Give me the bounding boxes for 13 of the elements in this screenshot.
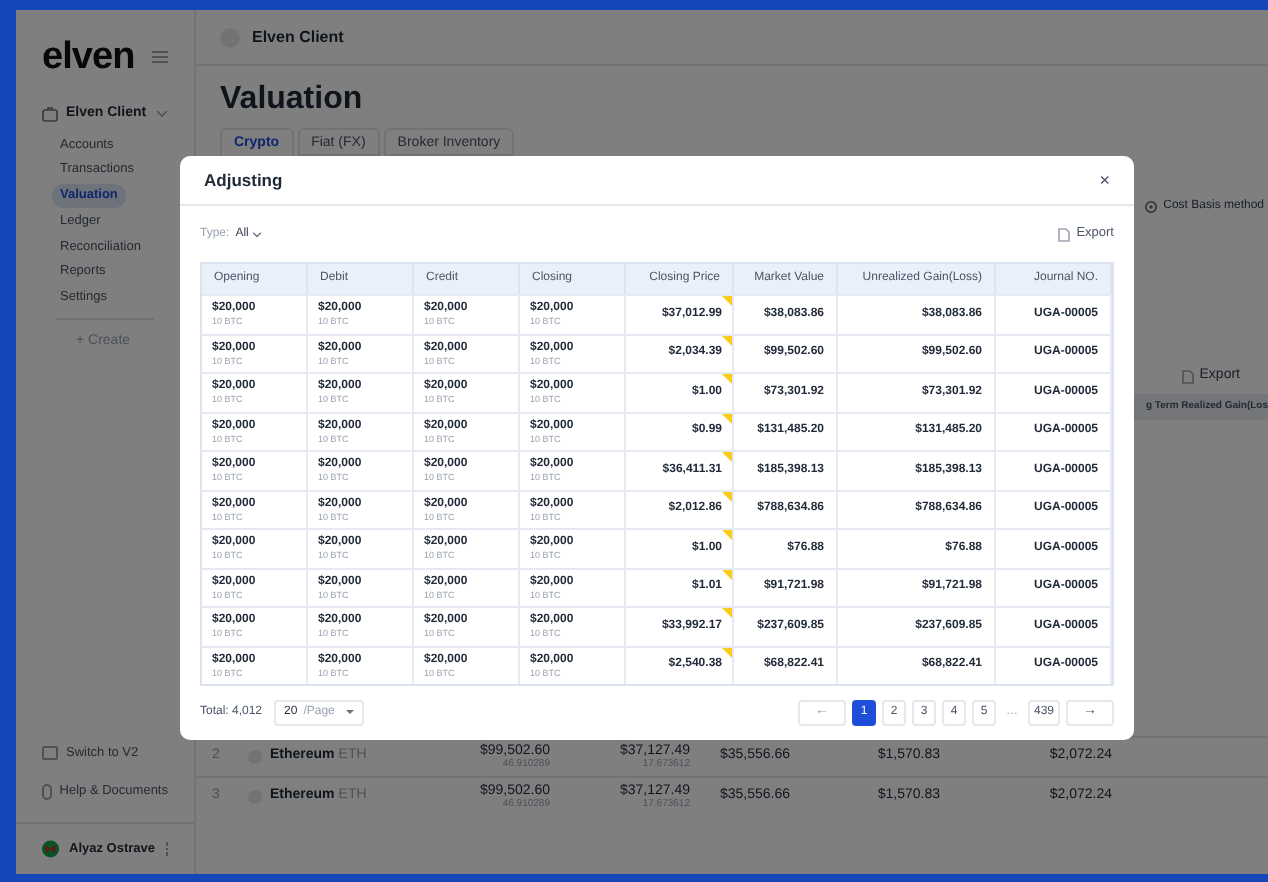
briefcase-icon <box>42 106 58 123</box>
switch-icon <box>42 745 58 760</box>
page-title: Valuation <box>218 80 365 120</box>
menu-icon[interactable] <box>152 50 168 64</box>
header-title: Elven Client <box>252 25 344 49</box>
logo: elven <box>42 38 135 76</box>
chevron-icon <box>252 231 263 237</box>
file-icon <box>1181 369 1194 383</box>
close-button[interactable]: × <box>1099 171 1110 189</box>
chevron-icon[interactable] <box>156 110 168 119</box>
avatar <box>42 836 59 862</box>
dialog-title: Adjusting <box>204 167 283 193</box>
file-icon <box>1058 227 1071 241</box>
